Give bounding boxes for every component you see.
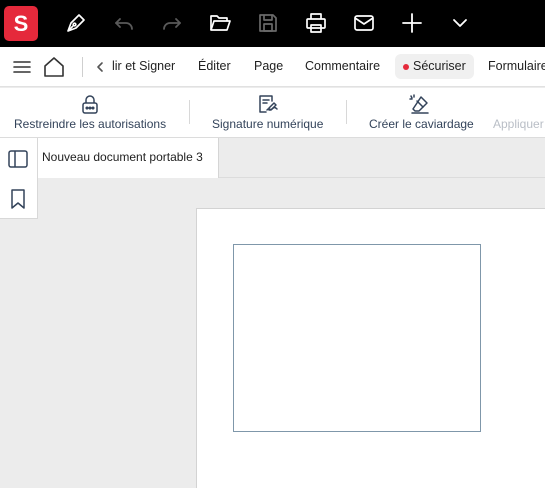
menu-item-comment[interactable]: Commentaire <box>305 54 380 79</box>
open-folder-icon[interactable] <box>208 11 232 35</box>
title-bar: S <box>0 0 545 47</box>
menu-item-page[interactable]: Page <box>254 54 283 79</box>
pen-icon[interactable] <box>64 11 88 35</box>
menu-bar: lir et Signer Éditer Page Commentaire Sé… <box>0 47 545 87</box>
menu-item-form[interactable]: Formulaire <box>488 54 545 79</box>
apply-redaction-label: Appliquer <box>493 117 544 131</box>
scroll-left-icon[interactable] <box>89 56 111 78</box>
restrict-permissions-button[interactable]: Restreindre les autorisations <box>14 88 170 138</box>
digital-signature-label: Signature numérique <box>212 117 324 131</box>
create-redaction-button[interactable]: Créer le caviardage <box>369 88 475 138</box>
ribbon-toolbar: Restreindre les autorisations Signature … <box>0 88 545 138</box>
print-icon[interactable] <box>304 11 328 35</box>
chevron-down-icon[interactable] <box>448 11 472 35</box>
mail-icon[interactable] <box>352 11 376 35</box>
menu-item-read-sign[interactable]: lir et Signer <box>112 54 175 79</box>
ribbon-divider <box>189 100 190 124</box>
document-tab-strip: Nouveau document portable 3 <box>38 138 545 178</box>
menu-divider <box>82 57 83 77</box>
page-content-box[interactable] <box>233 244 481 432</box>
lock-icon <box>79 93 101 115</box>
active-indicator-dot <box>403 64 409 70</box>
apply-redaction-button[interactable]: Appliquer <box>493 88 545 138</box>
save-icon[interactable] <box>256 11 280 35</box>
panel-toggle-icon[interactable] <box>7 148 29 170</box>
home-icon[interactable] <box>43 56 65 78</box>
document-tab[interactable]: Nouveau document portable 3 <box>38 138 219 178</box>
digital-signature-button[interactable]: Signature numérique <box>212 88 326 138</box>
restrict-permissions-label: Restreindre les autorisations <box>14 117 167 131</box>
plus-icon[interactable] <box>400 11 424 35</box>
menu-item-edit[interactable]: Éditer <box>198 54 231 79</box>
bookmark-icon[interactable] <box>7 188 29 210</box>
redo-icon[interactable] <box>160 11 184 35</box>
menu-item-secure-label: Sécuriser <box>413 59 466 73</box>
side-panel <box>0 138 38 219</box>
undo-icon[interactable] <box>112 11 136 35</box>
document-tab-title: Nouveau document portable 3 <box>42 150 203 164</box>
signature-icon <box>256 93 278 115</box>
hamburger-menu-icon[interactable] <box>11 56 33 78</box>
create-redaction-label: Créer le caviardage <box>369 117 474 131</box>
menu-item-secure[interactable]: Sécuriser <box>395 54 474 79</box>
app-logo[interactable]: S <box>4 6 38 41</box>
ribbon-divider <box>346 100 347 124</box>
redact-icon <box>409 93 431 115</box>
